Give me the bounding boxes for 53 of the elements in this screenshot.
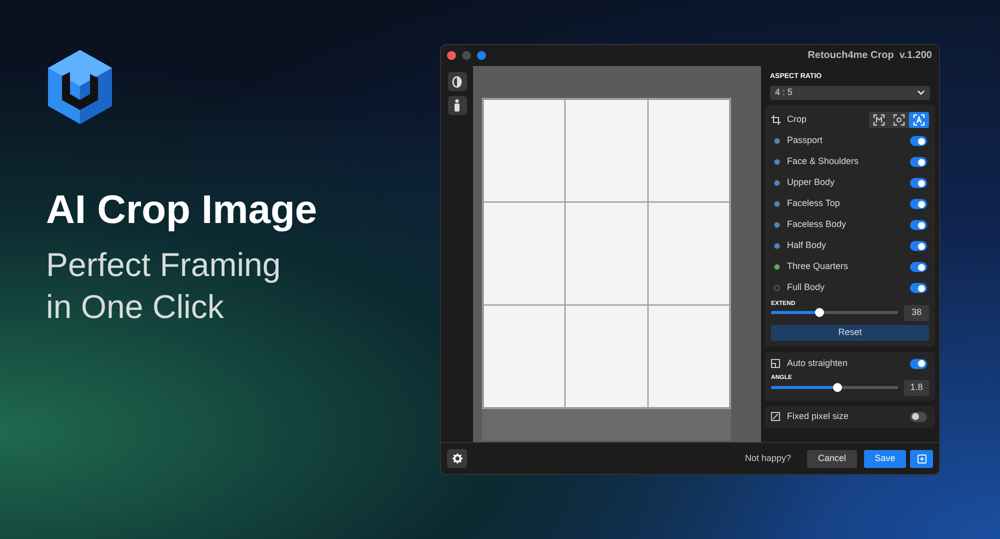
- headline: AI Crop Image: [46, 190, 318, 230]
- slider-track[interactable]: [771, 386, 898, 389]
- preset-label: Half Body: [787, 239, 828, 252]
- slider-thumb[interactable]: [833, 383, 842, 392]
- preset-label: Three Quarters: [787, 260, 850, 274]
- toggle-switch[interactable]: [910, 241, 927, 251]
- straighten-icon: [771, 359, 780, 368]
- value-field[interactable]: 38: [904, 304, 929, 320]
- toggle-switch[interactable]: [910, 178, 927, 188]
- toggle-switch[interactable]: [910, 283, 927, 293]
- subheadline: in One Click: [46, 287, 225, 327]
- zoom-button[interactable]: [477, 51, 486, 60]
- value-field[interactable]: 1.8: [904, 380, 929, 396]
- save-options-button[interactable]: [910, 450, 933, 468]
- auto-crop-icon: [913, 114, 925, 126]
- crop-label: Crop: [787, 112, 808, 126]
- slider-thumb[interactable]: [815, 308, 824, 317]
- subheadline: Perfect Framing: [46, 245, 282, 285]
- toggle-switch[interactable]: [910, 220, 927, 230]
- settings-button[interactable]: [447, 449, 467, 468]
- resize-icon: [771, 412, 780, 421]
- preset-label: Face & Shoulders: [787, 155, 860, 168]
- preset-label: Passport: [787, 134, 824, 148]
- preset-label: Faceless Body: [787, 218, 848, 232]
- reset-button[interactable]: Reset: [771, 324, 929, 340]
- manual-crop-icon: [873, 114, 885, 126]
- focus-crop-icon: [893, 114, 905, 126]
- toggle-switch[interactable]: [910, 412, 927, 422]
- toggle-switch[interactable]: [910, 136, 927, 146]
- toggle-switch[interactable]: [910, 157, 927, 167]
- preset-label: Upper Body: [787, 176, 836, 190]
- toggle-switch[interactable]: [910, 262, 927, 272]
- crop-mode-button[interactable]: [909, 112, 929, 128]
- cancel-button[interactable]: Cancel: [807, 450, 857, 468]
- aspect-ratio-dropdown[interactable]: 4 : 5: [770, 86, 930, 100]
- tool-button[interactable]: [448, 96, 466, 115]
- straighten-label: Auto straighten: [787, 356, 849, 370]
- person-icon: [453, 99, 461, 112]
- toggle-switch[interactable]: [910, 199, 927, 209]
- toggle-switch[interactable]: [910, 358, 927, 368]
- tool-button[interactable]: [448, 72, 466, 91]
- chevron-down-icon: [917, 90, 925, 95]
- crop-icon: [771, 114, 781, 124]
- window-title: Retouch4me Crop v.1.200: [808, 49, 932, 63]
- save-button[interactable]: Save: [864, 450, 906, 468]
- preset-label: Faceless Top: [787, 197, 841, 210]
- slider-track[interactable]: [771, 311, 898, 314]
- fixed-size-label: Fixed pixel size: [787, 410, 850, 423]
- save-options-icon: [916, 454, 926, 464]
- preset-label: Full Body: [787, 281, 826, 294]
- close-button[interactable]: [447, 51, 456, 60]
- settings-icon: [452, 453, 462, 464]
- not-happy-text: Not happy?: [744, 452, 791, 465]
